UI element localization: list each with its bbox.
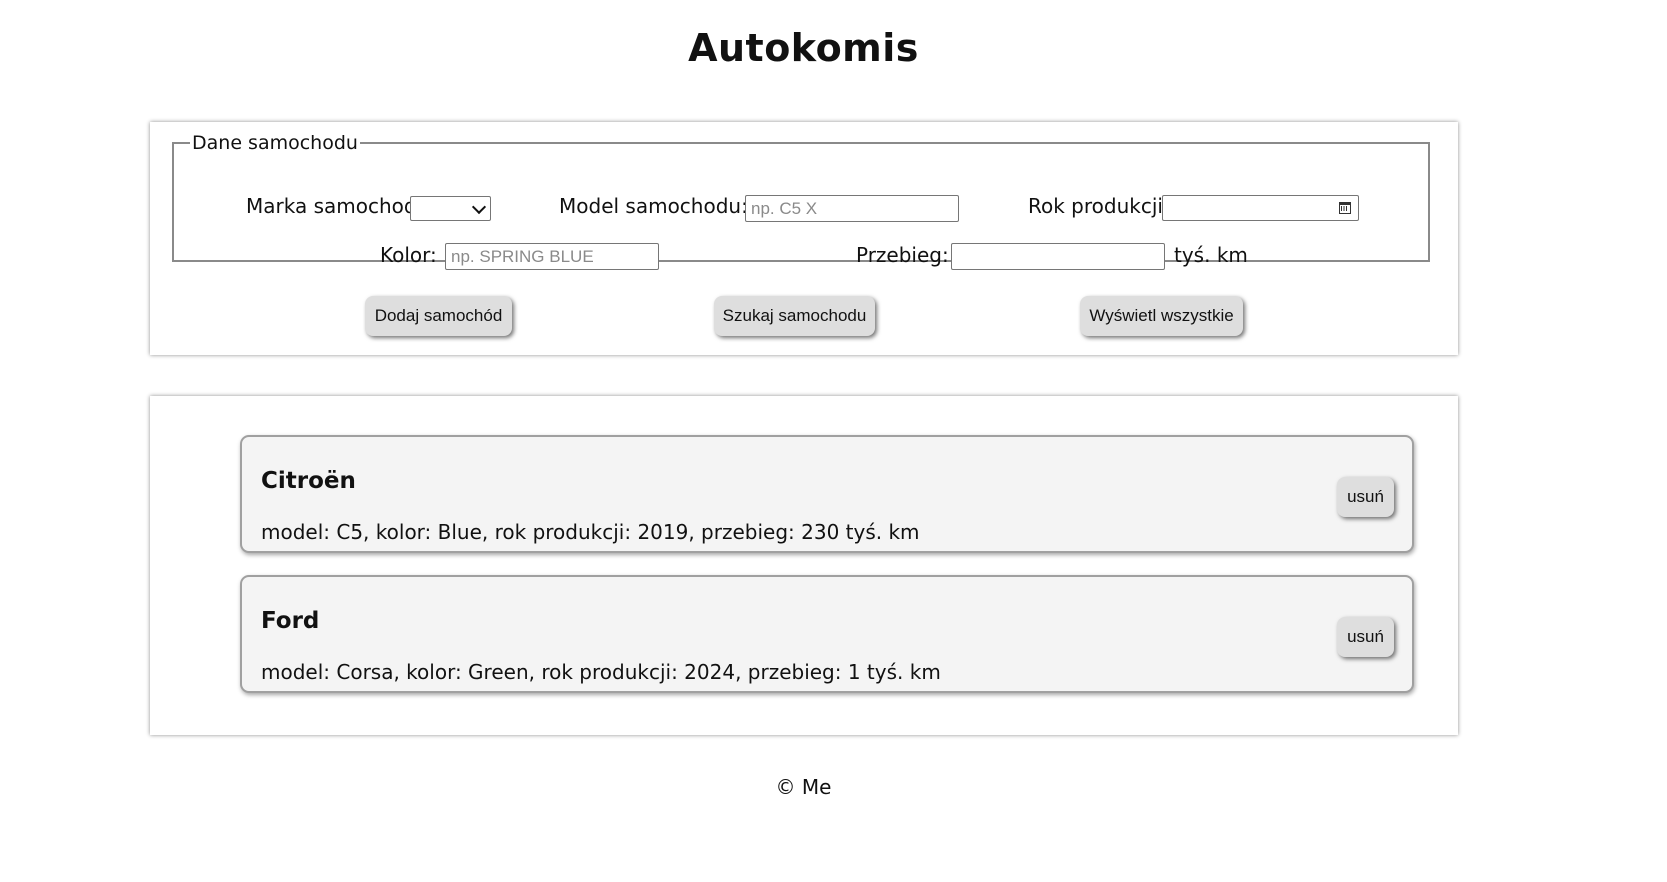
year-date-input[interactable]: ----------- ---- [1162, 195, 1359, 221]
model-label: Model samochodu: [559, 194, 748, 218]
mileage-unit: tyś. km [1174, 243, 1248, 267]
chevron-down-icon [471, 199, 487, 215]
search-car-button[interactable]: Szukaj samochodu [714, 296, 875, 336]
page-title: Autokomis [688, 26, 919, 70]
add-car-button[interactable]: Dodaj samochód [365, 296, 512, 336]
car-brand: Citroën [261, 468, 356, 494]
year-label: Rok produkcji: [1028, 194, 1170, 218]
mileage-input[interactable] [951, 243, 1165, 270]
car-details: model: Corsa, kolor: Green, rok produkcj… [261, 660, 941, 684]
model-input[interactable] [745, 195, 959, 222]
delete-car-button[interactable]: usuń [1337, 477, 1394, 517]
car-list-panel: Citroën model: C5, kolor: Blue, rok prod… [150, 396, 1458, 735]
brand-label: Marka samochodu: [246, 194, 436, 218]
fieldset-legend: Dane samochodu [192, 132, 358, 154]
car-brand: Ford [261, 608, 320, 634]
car-details: model: C5, kolor: Blue, rok produkcji: 2… [261, 520, 920, 544]
color-label: Kolor: [380, 243, 437, 267]
calendar-icon[interactable] [1339, 202, 1351, 214]
car-form-panel: Dane samochodu Marka samochodu: Model sa… [150, 122, 1458, 355]
car-card: Citroën model: C5, kolor: Blue, rok prod… [240, 435, 1414, 553]
delete-car-button[interactable]: usuń [1337, 617, 1394, 657]
year-date-placeholder: ----------- ---- [1223, 215, 1358, 220]
mileage-label: Przebieg: [856, 243, 949, 267]
brand-select[interactable] [410, 196, 491, 221]
footer-copyright: © Me [775, 775, 832, 799]
show-all-button[interactable]: Wyświetl wszystkie [1080, 296, 1243, 336]
color-input[interactable] [445, 243, 659, 270]
car-data-fieldset: Dane samochodu Marka samochodu: Model sa… [172, 132, 1430, 270]
car-card: Ford model: Corsa, kolor: Green, rok pro… [240, 575, 1414, 693]
